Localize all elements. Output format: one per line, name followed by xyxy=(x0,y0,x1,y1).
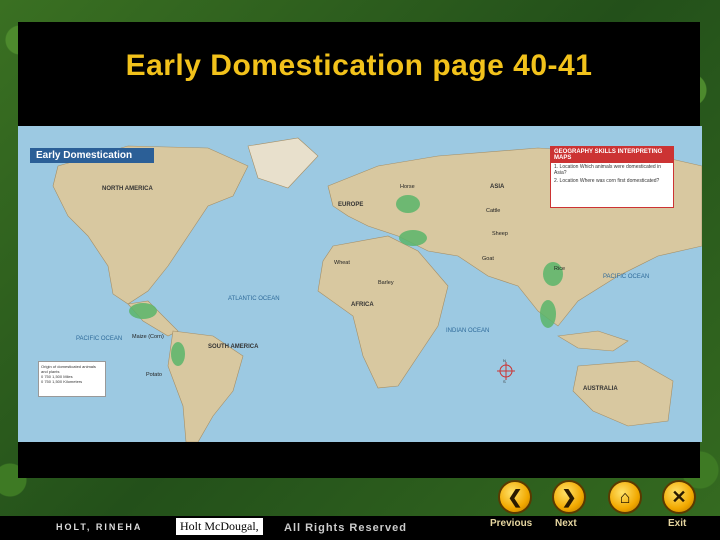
exit-button[interactable]: ✕ xyxy=(662,480,696,514)
label-indian-ocean: INDIAN OCEAN xyxy=(446,328,490,334)
compass-north-label: N xyxy=(503,358,506,363)
origin-region-mesoamerica xyxy=(129,303,157,319)
label-pacific-ocean-left: PACIFIC OCEAN xyxy=(76,336,123,342)
interpreting-maps-box: GEOGRAPHY SKILLS INTERPRETING MAPS 1. Lo… xyxy=(550,146,674,208)
origin-region-steppe xyxy=(396,195,420,213)
map-legend: Origin of domesticated animals and plant… xyxy=(38,361,106,397)
home-icon: ⌂ xyxy=(619,486,631,507)
label-maize: Maize (Corn) xyxy=(132,334,164,340)
label-cattle: Cattle xyxy=(486,208,501,214)
publisher-name: Holt McDougal, xyxy=(176,518,263,535)
label-asia: ASIA xyxy=(490,184,505,190)
label-pacific-ocean-right: PACIFIC OCEAN xyxy=(603,274,650,280)
label-sheep: Sheep xyxy=(492,231,508,237)
arrow-left-icon: ❮ xyxy=(507,486,523,507)
map-title: Early Domestication xyxy=(30,148,155,163)
label-rice: Rice xyxy=(554,266,566,272)
previous-button[interactable]: ❮ xyxy=(498,480,532,514)
previous-label[interactable]: Previous xyxy=(490,518,532,529)
legend-scale-km: 0 750 1,500 Kilometers xyxy=(41,379,83,384)
close-icon: ✕ xyxy=(671,486,687,507)
label-wheat: Wheat xyxy=(334,260,350,266)
southeast-asia-islands xyxy=(557,330,629,352)
label-goat: Goat xyxy=(482,256,494,262)
arrow-right-icon: ❯ xyxy=(561,486,577,507)
label-atlantic-ocean: ATLANTIC OCEAN xyxy=(228,296,280,302)
label-horse: Horse xyxy=(400,184,415,190)
compass-south-label: S xyxy=(503,379,506,384)
label-south-america: SOUTH AMERICA xyxy=(208,344,259,350)
africa-landmass xyxy=(317,235,449,389)
label-barley: Barley xyxy=(378,280,394,286)
greenland-landmass xyxy=(247,137,319,189)
label-australia: AUSTRALIA xyxy=(583,386,618,392)
skills-question-2: 2. Location Where was corn first domesti… xyxy=(554,178,660,184)
label-africa: AFRICA xyxy=(351,302,374,308)
origin-region-fertile-crescent xyxy=(399,230,427,246)
label-north-america: NORTH AMERICA xyxy=(102,186,153,192)
skills-header: GEOGRAPHY SKILLS INTERPRETING MAPS xyxy=(551,147,673,163)
slide-panel: Early Domestication page 40-41 Early Dom… xyxy=(18,22,702,478)
publisher-logo-text: HOLT, RINEHA xyxy=(56,522,143,532)
skills-question-1: 1. Location Which animals were domestica… xyxy=(554,164,661,176)
next-label[interactable]: Next xyxy=(555,518,577,529)
exit-label[interactable]: Exit xyxy=(668,518,686,529)
next-button[interactable]: ❯ xyxy=(552,480,586,514)
copyright-text: All Rights Reserved xyxy=(284,522,407,534)
label-potato: Potato xyxy=(146,372,162,378)
label-europe: EUROPE xyxy=(338,202,364,208)
origin-region-southeast-asia xyxy=(540,300,556,328)
legend-title: Origin of domesticated animals and plant… xyxy=(41,364,96,374)
origin-region-andes xyxy=(171,342,185,366)
map-image: Early Domestication NORTH AMERICA SOUTH … xyxy=(18,126,702,442)
north-america-landmass xyxy=(52,145,249,305)
home-button[interactable]: ⌂ xyxy=(608,480,642,514)
slide-title: Early Domestication page 40-41 xyxy=(125,49,593,82)
australia-landmass xyxy=(572,360,674,427)
